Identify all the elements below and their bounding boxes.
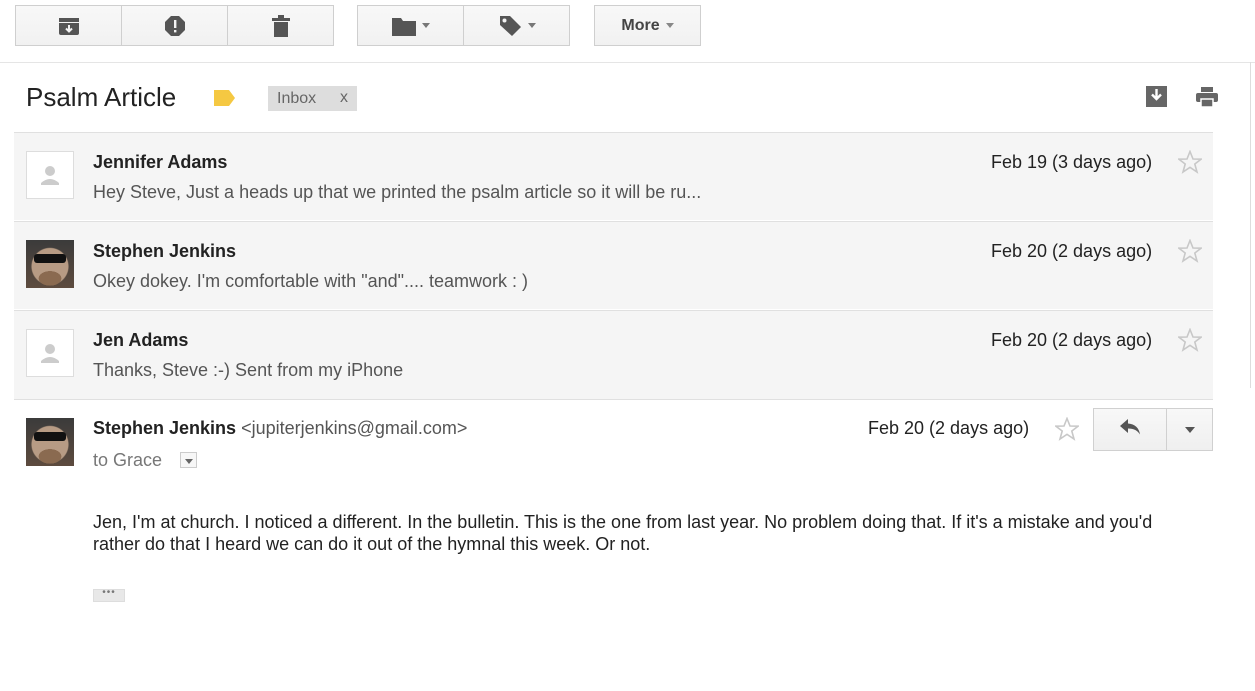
sender-email: <jupiterjenkins@gmail.com> xyxy=(241,418,468,438)
reply-icon xyxy=(1119,418,1141,441)
message-date: Feb 20 (2 days ago) xyxy=(991,241,1153,261)
download-icon[interactable] xyxy=(1146,86,1167,113)
collapsed-message[interactable]: Stephen Jenkins Okey dokey. I'm comforta… xyxy=(14,221,1213,309)
delete-icon xyxy=(271,14,290,37)
message-date: Feb 20 (2 days ago) xyxy=(868,418,1030,438)
person-icon xyxy=(41,344,59,363)
message-sender-line: Stephen Jenkins <jupiterjenkins@gmail.co… xyxy=(93,418,467,439)
thread-subject: Psalm Article xyxy=(26,82,177,112)
chevron-down-icon xyxy=(665,23,674,28)
avatar xyxy=(26,329,74,377)
more-button[interactable]: More xyxy=(594,5,701,46)
inbox-label-chip: Inbox x xyxy=(268,86,357,111)
labels-button[interactable] xyxy=(464,5,570,46)
recipient-line: to Grace xyxy=(93,450,163,470)
delete-button[interactable] xyxy=(228,5,334,46)
report-spam-icon xyxy=(164,15,186,37)
message-snippet: Hey Steve, Just a heads up that we print… xyxy=(93,182,702,202)
reply-button-group xyxy=(1093,408,1213,451)
collapsed-message[interactable]: Jennifer Adams Hey Steve, Just a heads u… xyxy=(14,132,1213,220)
person-icon xyxy=(41,166,59,185)
message-sender: Jen Adams xyxy=(93,330,189,350)
archive-icon xyxy=(58,16,80,36)
more-reply-options-button[interactable] xyxy=(1167,408,1213,451)
star-icon[interactable] xyxy=(1176,149,1204,179)
chevron-down-icon xyxy=(421,23,430,28)
star-icon[interactable] xyxy=(1053,416,1081,446)
label-icon xyxy=(498,15,522,37)
message-snippet: Thanks, Steve :-) Sent from my iPhone xyxy=(93,360,404,380)
avatar xyxy=(26,240,74,288)
more-label: More xyxy=(621,16,660,34)
scrollbar-edge xyxy=(1250,62,1251,388)
message-sender: Jennifer Adams xyxy=(93,152,228,172)
remove-label-button[interactable]: x xyxy=(340,89,348,107)
recipient-details-toggle[interactable] xyxy=(180,452,197,468)
more-button-group: More xyxy=(594,5,701,46)
chevron-down-icon xyxy=(527,23,536,28)
message-snippet: Okey dokey. I'm comfortable with "and"..… xyxy=(93,271,529,291)
archive-button[interactable] xyxy=(15,5,122,46)
important-label-icon[interactable] xyxy=(212,88,238,113)
show-trimmed-content-button[interactable]: ••• xyxy=(93,588,125,602)
avatar xyxy=(26,151,74,199)
chevron-down-icon xyxy=(1184,426,1195,433)
report-spam-button[interactable] xyxy=(122,5,228,46)
toolbar: More xyxy=(0,0,1255,63)
avatar xyxy=(26,418,74,466)
star-icon[interactable] xyxy=(1176,238,1204,268)
expanded-message: Stephen Jenkins <jupiterjenkins@gmail.co… xyxy=(14,399,1213,691)
print-icon[interactable] xyxy=(1196,86,1218,113)
message-sender: Stephen Jenkins xyxy=(93,418,237,438)
folder-icon xyxy=(391,16,416,36)
message-sender: Stephen Jenkins xyxy=(93,241,237,261)
organize-button-group xyxy=(357,5,570,46)
move-to-button[interactable] xyxy=(357,5,464,46)
message-date: Feb 20 (2 days ago) xyxy=(991,330,1153,350)
collapsed-message[interactable]: Jen Adams Thanks, Steve :-) Sent from my… xyxy=(14,310,1213,399)
action-button-group xyxy=(15,5,334,46)
reply-button[interactable] xyxy=(1093,408,1167,451)
inbox-chip-label: Inbox xyxy=(277,89,317,107)
star-icon[interactable] xyxy=(1176,327,1204,357)
message-body: Jen, I'm at church. I noticed a differen… xyxy=(93,512,1153,554)
message-date: Feb 19 (3 days ago) xyxy=(991,152,1153,172)
